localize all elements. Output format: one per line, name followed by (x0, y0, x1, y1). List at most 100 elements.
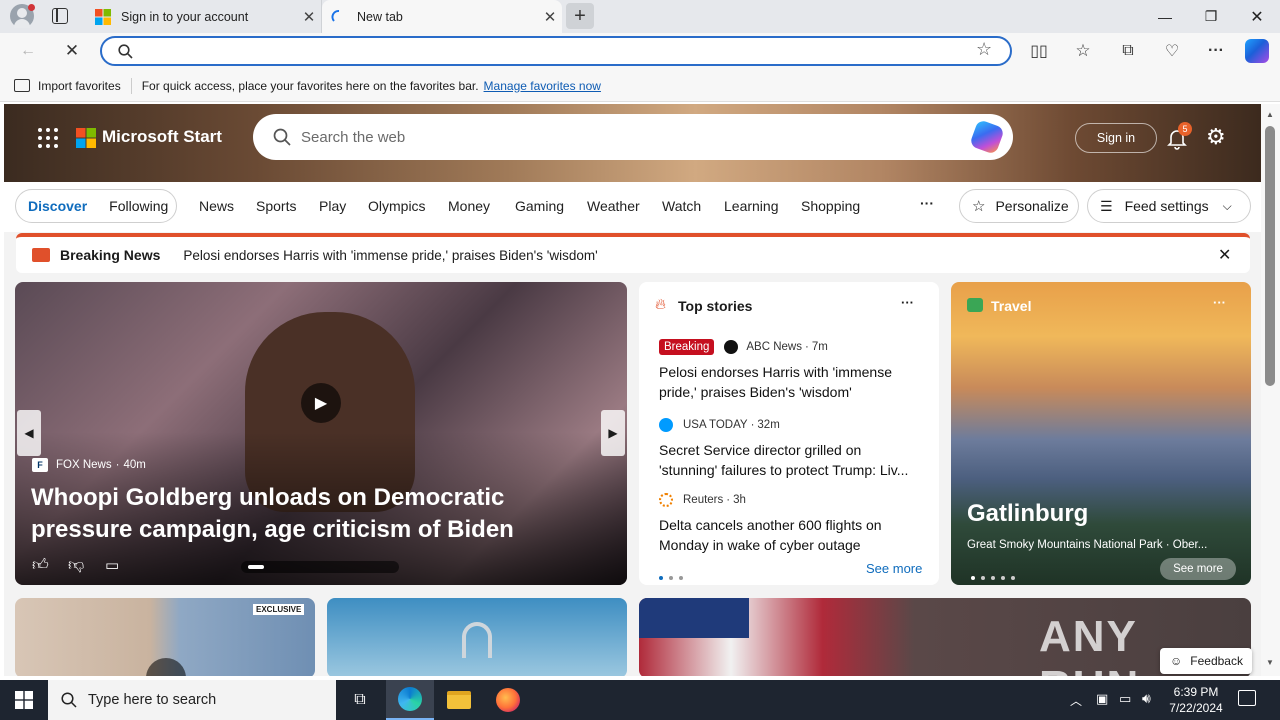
restore-icon[interactable]: ❐ (1188, 0, 1234, 33)
travel-card[interactable]: Travel ··· Gatlinburg Great Smoky Mounta… (951, 282, 1251, 585)
import-favorites-button[interactable]: Import favorites (38, 79, 121, 93)
settings-gear-icon[interactable]: ⚙ (1206, 124, 1226, 150)
travel-icon (967, 298, 983, 312)
tab-actions-icon[interactable] (52, 8, 68, 24)
address-bar[interactable]: ☆ (100, 36, 1012, 66)
show-hidden-icons-chevron-icon[interactable]: ︿ (1070, 692, 1082, 709)
copilot-icon[interactable] (969, 119, 1005, 155)
meet-now-icon[interactable]: ▣ (1096, 691, 1108, 707)
back-arrow-icon[interactable]: ← (13, 36, 43, 66)
nav-money[interactable]: Money (448, 198, 490, 214)
nav-olympics[interactable]: Olympics (368, 198, 426, 214)
tab-following[interactable]: Following (109, 198, 168, 214)
close-icon[interactable]: ✕ (1218, 245, 1231, 265)
nav-play[interactable]: Play (319, 198, 346, 214)
windows-taskbar: Type here to search ⧉ ︿ ▣ ▭ 🔊︎ 6:39 PM 7… (0, 680, 1280, 720)
scroll-down-icon[interactable]: ▼ (1266, 658, 1274, 667)
nav-shopping[interactable]: Shopping (801, 198, 860, 214)
flame-icon: 🔥︎ (655, 296, 667, 313)
search-placeholder: Search the web (301, 128, 406, 146)
firefox-icon[interactable] (484, 680, 532, 720)
copilot-icon[interactable] (1245, 39, 1269, 63)
breaking-headline[interactable]: Pelosi endorses Harris with 'immense pri… (183, 248, 597, 263)
story-title[interactable]: Pelosi endorses Harris with 'immense pri… (659, 362, 919, 402)
collections-icon[interactable]: ⧉ (1113, 36, 1143, 66)
story-title[interactable]: Secret Service director grilled on 'stun… (659, 440, 919, 480)
close-window-icon[interactable]: ✕ (1234, 0, 1280, 33)
tab-new-tab[interactable]: New tab ✕ (322, 0, 562, 33)
taskbar-search[interactable]: Type here to search (48, 680, 336, 720)
favorite-star-icon[interactable]: ☆ (976, 39, 992, 60)
story-item[interactable]: Reuters · 3h Delta cancels another 600 f… (659, 491, 919, 555)
breaking-news-banner[interactable]: Breaking News Pelosi endorses Harris wit… (16, 233, 1250, 273)
nav-weather[interactable]: Weather (587, 198, 640, 214)
pager-dots[interactable] (659, 568, 689, 583)
thumbs-up-icon[interactable]: 👍︎ (32, 556, 49, 575)
volume-icon[interactable]: 🔊︎ (1142, 690, 1151, 707)
play-icon[interactable] (146, 658, 186, 676)
task-view-icon[interactable]: ⧉ (336, 680, 384, 720)
carousel-pager[interactable] (241, 561, 399, 573)
brand-name[interactable]: Microsoft Start (102, 127, 222, 147)
close-tab-icon[interactable]: ✕ (297, 8, 321, 26)
feedback-button[interactable]: ☺ Feedback (1160, 648, 1252, 674)
story-item[interactable]: Breaking ABC News · 7m Pelosi endorses H… (659, 338, 919, 402)
more-nav-icon[interactable]: ··· (920, 195, 934, 211)
clock[interactable]: 6:39 PM 7/22/2024 (1163, 684, 1229, 716)
story-title[interactable]: Delta cancels another 600 flights on Mon… (659, 515, 919, 555)
story-age: 7m (811, 341, 828, 353)
page-scrollbar[interactable]: ▲ ▼ (1261, 104, 1280, 676)
split-screen-icon[interactable]: ▯▯ (1024, 36, 1054, 66)
nav-sports[interactable]: Sports (256, 198, 296, 214)
nav-gaming[interactable]: Gaming (515, 198, 564, 214)
pager-dots[interactable] (971, 568, 1021, 583)
story-item[interactable]: USA TODAY · 32m Secret Service director … (659, 416, 919, 480)
network-icon[interactable]: ▭ (1119, 691, 1131, 707)
file-explorer-icon[interactable] (435, 680, 483, 720)
more-options-icon[interactable]: ··· (1213, 295, 1226, 310)
notifications-center-icon[interactable] (1238, 690, 1256, 706)
app-launcher-icon[interactable] (38, 128, 58, 148)
minimize-icon[interactable]: — (1142, 0, 1188, 33)
settings-more-icon[interactable]: ··· (1201, 36, 1231, 66)
nav-watch[interactable]: Watch (662, 198, 701, 214)
flag-canton (639, 598, 749, 638)
story-source: Reuters (683, 494, 724, 506)
edge-taskbar-icon[interactable] (386, 680, 434, 720)
personalize-button[interactable]: ☆ Personalize (959, 189, 1079, 223)
comment-off-icon[interactable]: ▭ (105, 556, 119, 574)
feed-settings-button[interactable]: ☰ Feed settings ⌵ (1087, 189, 1251, 223)
play-icon[interactable]: ▶ (301, 383, 341, 423)
stop-loading-icon[interactable]: ✕ (57, 36, 87, 66)
windows-start-icon[interactable] (15, 691, 33, 709)
next-arrow-icon[interactable]: ▶ (601, 410, 625, 456)
top-stories-card: 🔥︎ Top stories ··· Breaking ABC News · 7… (639, 282, 939, 585)
thumbs-down-icon[interactable]: 👎︎ (68, 556, 84, 575)
scroll-thumb[interactable] (1265, 126, 1275, 386)
abc-news-logo-icon (724, 340, 739, 354)
manage-favorites-link[interactable]: Manage favorites now (484, 79, 601, 93)
hero-news-card[interactable]: ▶ ◀ ▶ F FOX News · 40m Whoopi Goldberg u… (15, 282, 627, 585)
favorites-icon[interactable]: ☆ (1068, 36, 1098, 66)
see-more-button[interactable]: See more (1160, 558, 1236, 580)
web-search-box[interactable]: Search the web (253, 114, 1013, 160)
tab-discover[interactable]: Discover (28, 198, 87, 214)
sign-in-button[interactable]: Sign in (1075, 123, 1157, 153)
news-card[interactable]: EXCLUSIVE (15, 598, 315, 676)
hero-title[interactable]: Whoopi Goldberg unloads on Democratic pr… (31, 482, 611, 546)
new-tab-plus-icon[interactable]: + (566, 3, 594, 29)
address-input[interactable] (140, 41, 960, 61)
close-tab-icon[interactable]: ✕ (538, 8, 562, 26)
travel-title[interactable]: Gatlinburg (967, 500, 1088, 528)
see-more-link[interactable]: See more (866, 561, 922, 576)
browser-essentials-icon[interactable]: ♡ (1157, 36, 1187, 66)
scroll-up-icon[interactable]: ▲ (1266, 110, 1274, 119)
news-card[interactable] (327, 598, 627, 676)
more-options-icon[interactable]: ··· (901, 295, 914, 310)
previous-arrow-icon[interactable]: ◀ (17, 410, 41, 456)
nav-learning[interactable]: Learning (724, 198, 779, 214)
tab-sign-in[interactable]: Sign in to your account ✕ (86, 0, 322, 33)
profile-avatar[interactable] (10, 4, 35, 28)
nav-news[interactable]: News (199, 198, 234, 214)
reuters-logo-icon (659, 493, 673, 507)
